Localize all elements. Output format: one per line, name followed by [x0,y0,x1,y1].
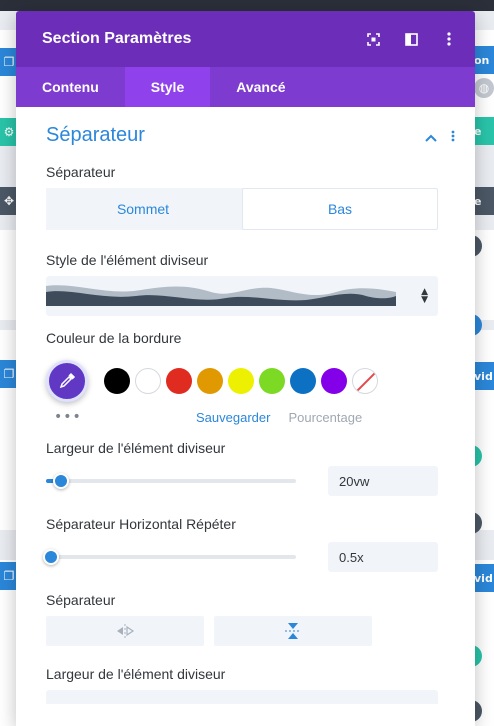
modal-tabs: Contenu Style Avancé [16,67,475,107]
color-swatch[interactable] [290,368,316,394]
fullscreen-icon[interactable] [365,31,381,47]
section-title: Séparateur [46,124,145,146]
option-bas[interactable]: Bas [242,188,438,230]
module-tab[interactable]: e [472,187,494,215]
flip-vertical-icon[interactable] [214,616,372,646]
flip-label: Séparateur [46,592,116,608]
divider-style-select[interactable]: ▲ ▼ [46,276,438,316]
toggle-header-separator[interactable]: Séparateur [46,107,455,164]
slider-thumb[interactable] [43,549,59,565]
flip-horizontal-icon[interactable] [46,616,204,646]
flip-toggle [46,616,445,646]
color-swatch[interactable] [197,368,223,394]
more-colors-icon[interactable]: ••• [46,409,196,425]
divider-width-slider[interactable] [46,473,296,489]
divider-style-label: Style de l'élément diviseur [46,252,209,268]
select-arrows-icon: ▲ ▼ [421,287,428,305]
color-swatch[interactable] [321,368,347,394]
module-tab[interactable]: e [472,117,494,145]
separator-position-label: Séparateur [46,164,116,180]
section-settings-modal: Section Paramètres Contenu Style Avancé … [16,11,475,726]
horizontal-repeat-input[interactable] [328,542,438,572]
divider-width-2-label: Largeur de l'élément diviseur [46,666,226,682]
color-swatch[interactable] [259,368,285,394]
border-color-label: Couleur de la bordure [46,330,182,346]
no-color-swatch[interactable] [352,368,378,394]
percentage-link[interactable]: Pourcentage [288,410,362,425]
more-options-icon[interactable] [441,31,457,47]
split-view-icon[interactable] [403,31,419,47]
slider-thumb[interactable] [53,473,69,489]
modal-content: Séparateur Séparateur Sommet Bas Style d… [16,107,475,704]
color-swatch[interactable] [104,368,130,394]
modal-title: Section Paramètres [42,30,192,47]
builder-top-bar [0,0,494,11]
modal-header: Section Paramètres [16,11,475,67]
module-tab[interactable]: on [472,46,494,74]
option-sommet[interactable]: Sommet [46,188,240,230]
save-color-link[interactable]: Sauvegarder [196,410,270,425]
module-tab[interactable]: vid [472,564,494,592]
color-swatch[interactable] [228,368,254,394]
module-tab[interactable]: vid [472,362,494,390]
divider-width-input[interactable] [328,466,438,496]
eyedropper-icon[interactable] [46,360,88,402]
horizontal-repeat-control [43,542,445,572]
tab-style[interactable]: Style [124,67,211,107]
color-swatch[interactable] [135,368,161,394]
section-more-icon[interactable] [451,127,455,146]
chevron-up-icon[interactable] [425,127,437,146]
horizontal-repeat-label: Séparateur Horizontal Répéter [46,516,236,532]
wave-divider-preview [46,285,396,306]
horizontal-repeat-slider[interactable] [43,549,296,565]
globe-icon[interactable]: ◍ [474,78,494,98]
color-swatch[interactable] [166,368,192,394]
tab-avance[interactable]: Avancé [210,67,311,107]
divider-width-control [46,466,445,496]
divider-width-label: Largeur de l'élément diviseur [46,440,226,456]
separator-position-toggle: Sommet Bas [46,188,438,230]
tab-contenu[interactable]: Contenu [16,67,125,107]
color-palette [46,358,445,404]
divider-width-2-field[interactable] [46,690,438,704]
